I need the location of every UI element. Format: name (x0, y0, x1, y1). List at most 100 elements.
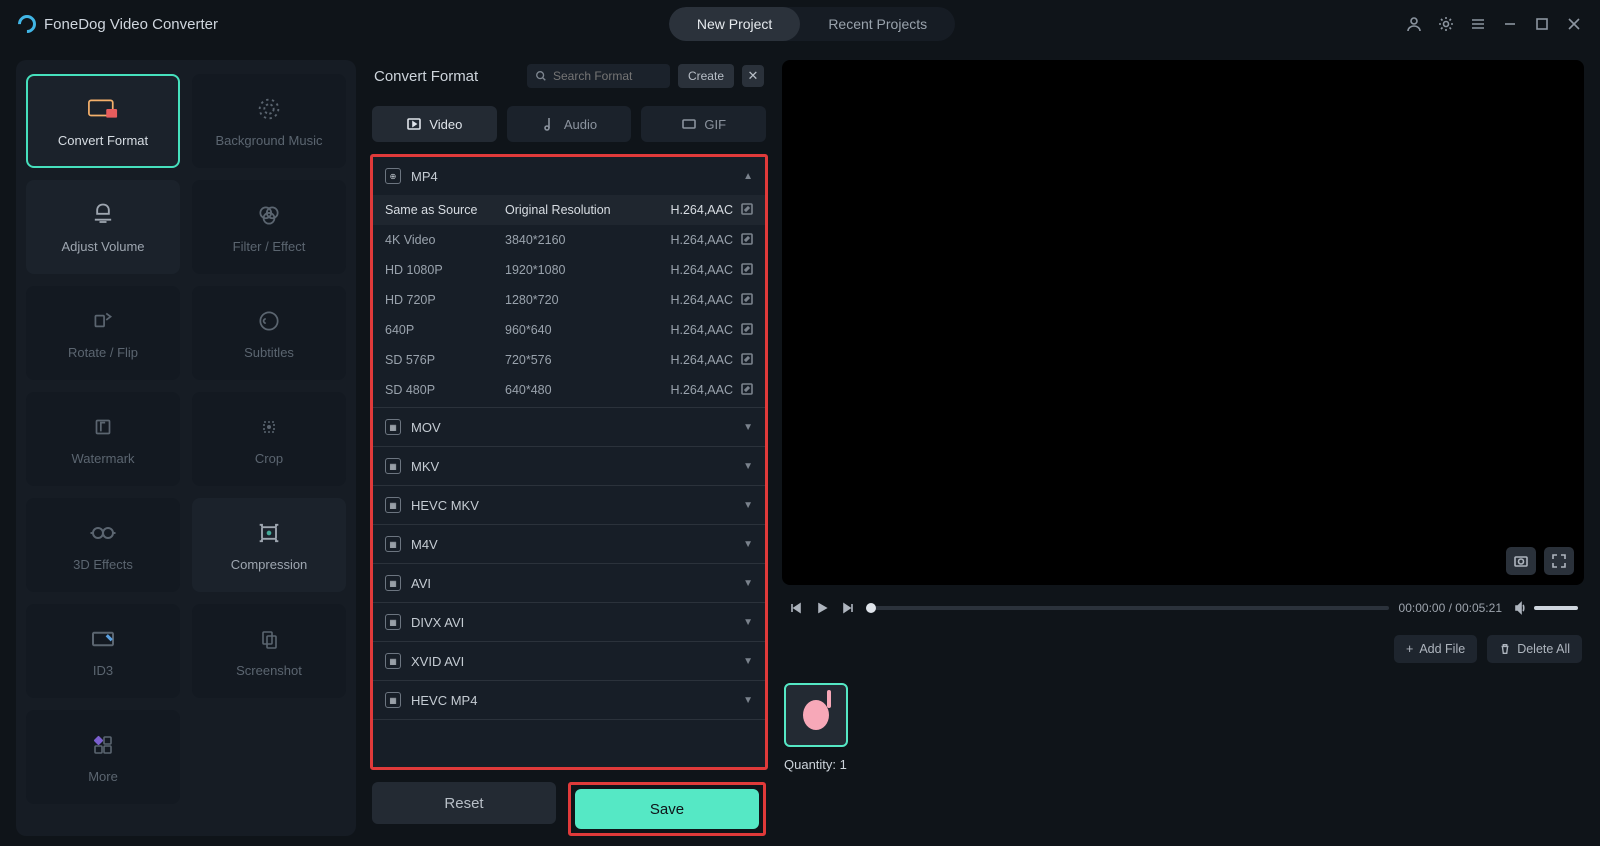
plus-icon: + (1406, 642, 1413, 656)
edit-icon[interactable] (741, 263, 753, 278)
next-button[interactable] (840, 600, 856, 616)
add-file-button[interactable]: + Add File (1394, 635, 1477, 663)
sidebar-item-3d-effects[interactable]: 3D Effects (26, 498, 180, 592)
playback-bar: 00:00:00 / 00:05:21 (782, 593, 1584, 623)
format-option-row[interactable]: HD 720P 1280*720 H.264,AAC (373, 285, 765, 315)
resolution-label: Original Resolution (505, 203, 635, 217)
format-option-row[interactable]: 4K Video 3840*2160 H.264,AAC (373, 225, 765, 255)
sidebar-item-label: Rotate / Flip (68, 345, 138, 360)
codec-label: H.264,AAC (635, 203, 733, 217)
maximize-icon[interactable] (1534, 16, 1550, 32)
sidebar-item-watermark[interactable]: Watermark (26, 392, 180, 486)
chevron-down-icon: ▼ (743, 539, 753, 550)
format-icon: ▦ (385, 692, 401, 708)
format-group-header[interactable]: ⊕ MP4 ▲ (373, 157, 765, 195)
prev-button[interactable] (788, 600, 804, 616)
fullscreen-button[interactable] (1544, 547, 1574, 575)
edit-icon[interactable] (741, 353, 753, 368)
volume-icon[interactable] (1512, 600, 1528, 616)
format-group: ▦ HEVC MP4 ▼ (373, 681, 765, 720)
sidebar-item-background-music[interactable]: Background Music (192, 74, 346, 168)
sidebar-item-screenshot[interactable]: Screenshot (192, 604, 346, 698)
reset-button[interactable]: Reset (372, 782, 556, 824)
video-preview[interactable] (782, 60, 1584, 585)
format-name: M4V (411, 537, 438, 552)
screenshot-icon (252, 625, 286, 653)
edit-icon[interactable] (741, 233, 753, 248)
delete-all-button[interactable]: Delete All (1487, 635, 1582, 663)
sidebar-item-subtitles[interactable]: Subtitles (192, 286, 346, 380)
chevron-down-icon: ▼ (743, 695, 753, 706)
codec-label: H.264,AAC (635, 233, 733, 247)
play-button[interactable] (814, 600, 830, 616)
format-group-header[interactable]: ▦ DIVX AVI ▼ (373, 603, 765, 641)
sidebar-item-id3[interactable]: ID3 (26, 604, 180, 698)
settings-icon[interactable] (1438, 16, 1454, 32)
sidebar-item-more[interactable]: More (26, 710, 180, 804)
user-icon[interactable] (1406, 16, 1422, 32)
minimize-icon[interactable] (1502, 16, 1518, 32)
format-icon: ▦ (385, 497, 401, 513)
format-option-row[interactable]: Same as Source Original Resolution H.264… (373, 195, 765, 225)
format-option-row[interactable]: SD 480P 640*480 H.264,AAC (373, 375, 765, 405)
edit-icon[interactable] (741, 203, 753, 218)
format-option-row[interactable]: SD 576P 720*576 H.264,AAC (373, 345, 765, 375)
panel-title: Convert Format (374, 68, 519, 85)
format-option-row[interactable]: HD 1080P 1920*1080 H.264,AAC (373, 255, 765, 285)
edit-icon[interactable] (741, 323, 753, 338)
resolution-label: 3840*2160 (505, 233, 635, 247)
format-group-header[interactable]: ▦ MOV ▼ (373, 408, 765, 446)
format-panel: Convert Format Create ✕ Video Audio GIF (370, 60, 768, 836)
format-name: HEVC MP4 (411, 693, 477, 708)
resolution-label: 640*480 (505, 383, 635, 397)
format-icon: ▦ (385, 653, 401, 669)
volume-slider[interactable] (1534, 606, 1578, 610)
close-icon[interactable] (1566, 16, 1582, 32)
3d-icon (86, 519, 120, 547)
compression-icon (252, 519, 286, 547)
subtitles-icon (252, 307, 286, 335)
create-button[interactable]: Create (678, 64, 734, 88)
progress-knob[interactable] (866, 603, 876, 613)
codec-label: H.264,AAC (635, 293, 733, 307)
search-input[interactable] (553, 69, 653, 83)
format-list[interactable]: ⊕ MP4 ▲ Same as Source Original Resoluti… (370, 154, 768, 770)
queue-item[interactable] (784, 683, 848, 747)
format-option-row[interactable]: 640P 960*640 H.264,AAC (373, 315, 765, 345)
sidebar-item-crop[interactable]: Crop (192, 392, 346, 486)
sidebar-item-adjust-volume[interactable]: Adjust Volume (26, 180, 180, 274)
tab-video[interactable]: Video (372, 106, 497, 142)
edit-icon[interactable] (741, 293, 753, 308)
sidebar-item-filter-effect[interactable]: Filter / Effect (192, 180, 346, 274)
format-group: ▦ AVI ▼ (373, 564, 765, 603)
edit-icon[interactable] (741, 383, 753, 398)
tab-recent-projects[interactable]: Recent Projects (800, 7, 955, 41)
tab-audio[interactable]: Audio (507, 106, 632, 142)
format-group-header[interactable]: ▦ XVID AVI ▼ (373, 642, 765, 680)
close-panel-button[interactable]: ✕ (742, 65, 764, 87)
format-group-header[interactable]: ▦ HEVC MKV ▼ (373, 486, 765, 524)
filter-icon (252, 201, 286, 229)
format-group: ▦ M4V ▼ (373, 525, 765, 564)
format-group-header[interactable]: ▦ HEVC MP4 ▼ (373, 681, 765, 719)
app-title: FoneDog Video Converter (44, 16, 218, 33)
save-button[interactable]: Save (575, 789, 759, 829)
search-format[interactable] (527, 64, 670, 88)
format-icon: ▦ (385, 419, 401, 435)
progress-bar[interactable] (866, 606, 1389, 610)
format-group-header[interactable]: ▦ MKV ▼ (373, 447, 765, 485)
sidebar-item-convert-format[interactable]: Convert Format (26, 74, 180, 168)
chevron-down-icon: ▼ (743, 656, 753, 667)
format-group-header[interactable]: ▦ M4V ▼ (373, 525, 765, 563)
format-group-header[interactable]: ▦ AVI ▼ (373, 564, 765, 602)
sidebar-item-compression[interactable]: Compression (192, 498, 346, 592)
convert-format-icon (86, 95, 120, 123)
resolution-label: 1920*1080 (505, 263, 635, 277)
tab-new-project[interactable]: New Project (669, 7, 800, 41)
sidebar-item-label: Crop (255, 451, 283, 466)
menu-icon[interactable] (1470, 16, 1486, 32)
tab-gif[interactable]: GIF (641, 106, 766, 142)
screenshot-button[interactable] (1506, 547, 1536, 575)
format-group-mp4: ⊕ MP4 ▲ Same as Source Original Resoluti… (373, 157, 765, 408)
sidebar-item-rotate-flip[interactable]: Rotate / Flip (26, 286, 180, 380)
